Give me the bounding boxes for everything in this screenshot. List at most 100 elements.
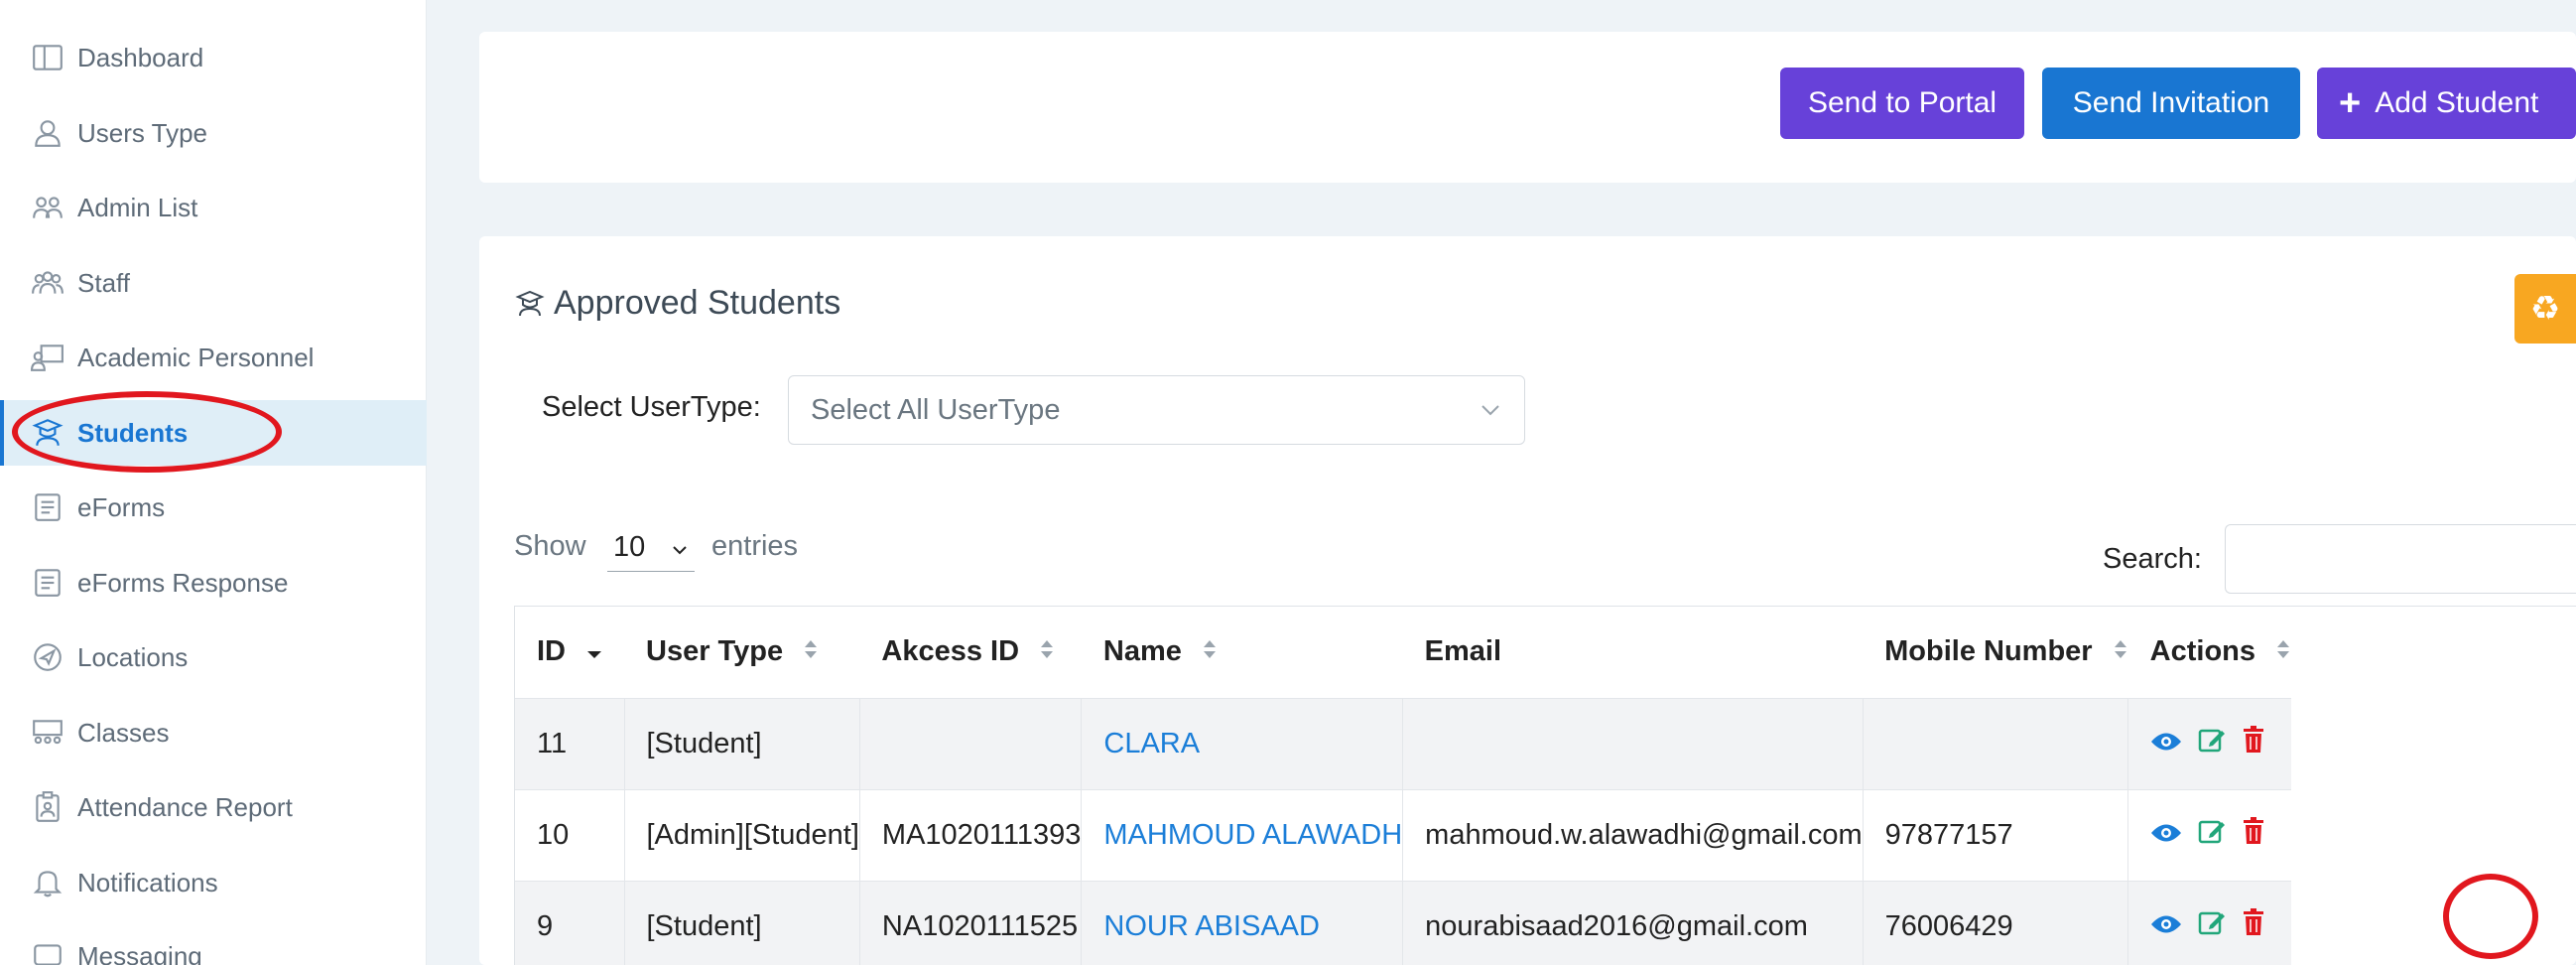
sidebar-item-students[interactable]: Students: [0, 400, 427, 466]
column-header-akcess-id[interactable]: Akcess ID: [859, 607, 1081, 698]
students-table: ID User Type Akcess ID Name Email Mobile…: [515, 607, 2292, 965]
usertype-select[interactable]: Select All UserType: [788, 375, 1525, 445]
trash-icon[interactable]: [2242, 817, 2265, 853]
column-header-user-type[interactable]: User Type: [624, 607, 859, 698]
sidebar-item-label: Locations: [77, 641, 189, 672]
view-eye-icon[interactable]: [2150, 910, 2182, 943]
sidebar-item-label: Users Type: [77, 117, 208, 148]
sidebar-item-label: Students: [77, 417, 189, 448]
sidebar: Dashboard Users Type Admin List Staff Ac…: [0, 0, 427, 965]
column-header-label: Mobile Number: [1884, 634, 2093, 667]
table-row: 10 [Admin][Student] MA1020111393 MAHMOUD…: [515, 788, 2292, 881]
sort-icon: [1039, 636, 1055, 669]
sort-icon: [2113, 636, 2128, 669]
sidebar-item-messaging[interactable]: Messaging: [0, 923, 427, 965]
trash-icon[interactable]: [2242, 726, 2265, 761]
cell-email: [1402, 697, 1864, 789]
cell-id: 10: [515, 788, 624, 881]
sort-desc-icon: [585, 636, 603, 669]
cell-user-type: [Student]: [623, 697, 860, 789]
sort-icon: [1202, 636, 1218, 669]
cell-name: NOUR ABISAAD: [1081, 880, 1403, 965]
show-label: Show: [514, 530, 586, 562]
table-row: 9 [Student] NA1020111525 NOUR ABISAAD no…: [515, 880, 2292, 965]
cell-email: nourabisaad2016@gmail.com: [1402, 880, 1864, 965]
edit-icon[interactable]: [2198, 726, 2226, 761]
sidebar-item-label: Academic Personnel: [77, 342, 315, 372]
column-header-label: Akcess ID: [881, 634, 1020, 667]
cell-id: 9: [515, 880, 624, 965]
column-header-mobile-number[interactable]: Mobile Number: [1863, 607, 2128, 698]
sort-icon: [2275, 636, 2291, 669]
send-invitation-button[interactable]: Send Invitation: [2042, 68, 2300, 139]
chevron-down-icon: [1477, 396, 1504, 432]
dashboard-icon: [30, 40, 65, 75]
recycle-button[interactable]: ♻: [2514, 274, 2576, 344]
usertype-label: Select UserType:: [542, 391, 761, 423]
sidebar-item-label: Messaging: [77, 940, 202, 965]
column-header-name[interactable]: Name: [1082, 607, 1403, 698]
user-icon: [30, 115, 65, 151]
sidebar-item-label: Admin List: [77, 192, 198, 222]
sidebar-item-label: Attendance Report: [77, 791, 293, 822]
clipboard-icon: [30, 789, 65, 825]
cell-mobile: [1862, 697, 2128, 789]
sidebar-item-label: Staff: [77, 267, 131, 298]
entries-select-value: 10: [613, 531, 646, 563]
teacher-board-icon: [30, 340, 65, 375]
sidebar-item-locations[interactable]: Locations: [0, 624, 427, 690]
cell-akcess-id: NA1020111525: [858, 880, 1082, 965]
add-student-button[interactable]: + Add Student: [2317, 68, 2576, 139]
sidebar-item-users-type[interactable]: Users Type: [0, 100, 427, 166]
cell-actions: [2127, 697, 2292, 789]
column-header-email[interactable]: Email: [1403, 607, 1863, 698]
form-response-icon: [30, 565, 65, 601]
cell-actions: [2127, 880, 2292, 965]
send-to-portal-button[interactable]: Send to Portal: [1780, 68, 2024, 139]
trash-icon[interactable]: [2242, 908, 2265, 944]
sidebar-item-eforms[interactable]: eForms: [0, 475, 427, 540]
cell-actions: [2127, 788, 2292, 881]
sidebar-item-label: Classes: [77, 717, 170, 748]
sidebar-item-label: eForms: [77, 491, 166, 522]
admin-group-icon: [30, 190, 65, 225]
sidebar-item-dashboard[interactable]: Dashboard: [0, 25, 427, 90]
student-name-link[interactable]: CLARA: [1103, 728, 1200, 759]
sidebar-item-admin-list[interactable]: Admin List: [0, 175, 427, 240]
usertype-select-value: Select All UserType: [811, 393, 1061, 426]
column-header-label: Email: [1424, 635, 1502, 668]
edit-icon[interactable]: [2198, 817, 2226, 853]
sidebar-item-label: Dashboard: [77, 42, 204, 72]
table-header-row: ID User Type Akcess ID Name Email Mobile…: [515, 607, 2291, 698]
view-eye-icon[interactable]: [2150, 728, 2182, 760]
form-icon: [30, 489, 65, 525]
view-eye-icon[interactable]: [2150, 819, 2182, 852]
column-header-id[interactable]: ID: [515, 607, 624, 698]
cell-akcess-id: MA1020111393: [858, 788, 1082, 881]
column-header-label: Actions: [2149, 634, 2255, 667]
entries-select[interactable]: 10: [607, 524, 695, 572]
student-name-link[interactable]: MAHMOUD ALAWADH: [1103, 819, 1402, 851]
cell-name: MAHMOUD ALAWADH: [1081, 788, 1403, 881]
sidebar-item-attendance-report[interactable]: Attendance Report: [0, 774, 427, 840]
sort-icon: [803, 636, 819, 669]
sidebar-item-eforms-response[interactable]: eForms Response: [0, 550, 427, 616]
student-name-link[interactable]: NOUR ABISAAD: [1103, 910, 1320, 942]
sidebar-item-staff[interactable]: Staff: [0, 250, 427, 316]
bell-icon: [30, 865, 65, 900]
message-icon: [30, 938, 65, 965]
edit-icon[interactable]: [2198, 908, 2226, 944]
search-input[interactable]: [2225, 524, 2576, 594]
sidebar-item-classes[interactable]: Classes: [0, 700, 427, 765]
chevron-down-icon: [669, 536, 691, 569]
cell-name: CLARA: [1081, 697, 1403, 789]
sidebar-item-academic-personnel[interactable]: Academic Personnel: [0, 325, 427, 390]
panel-title: Approved Students: [514, 284, 840, 323]
location-icon: [30, 639, 65, 675]
column-header-actions[interactable]: Actions: [2128, 607, 2291, 698]
sidebar-item-notifications[interactable]: Notifications: [0, 850, 427, 915]
column-header-label: Name: [1102, 634, 1182, 667]
recycle-icon: ♻: [2529, 290, 2561, 328]
cell-id: 11: [515, 697, 624, 789]
students-table-wrapper: ID User Type Akcess ID Name Email Mobile…: [514, 606, 2576, 965]
